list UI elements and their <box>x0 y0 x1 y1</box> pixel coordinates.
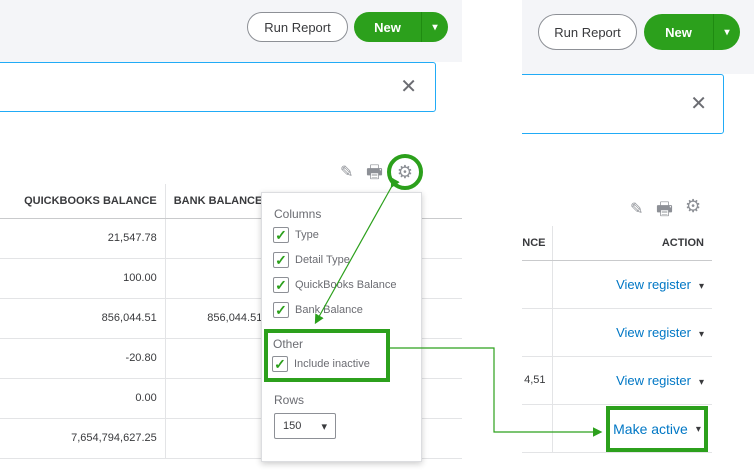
chevron-down-icon[interactable]: ▾ <box>422 22 448 33</box>
left-screenshot-panel: Run Report New ▾ ✕ ✎ 🖶 ⚙ QUICKBOOKS BALA… <box>0 0 462 470</box>
bank-balance-cell: 856,044.51 <box>165 298 271 339</box>
table-row: View register ▾ <box>522 308 712 357</box>
col-bank-balance[interactable]: BANK BALANCE <box>165 184 271 219</box>
column-option-detail-type[interactable]: ✓ Detail Type <box>273 252 350 268</box>
rows-select[interactable]: 150 ▾ <box>274 413 336 439</box>
chevron-down-icon[interactable]: ▾ <box>696 424 701 435</box>
new-button-label[interactable]: New <box>644 25 713 40</box>
new-button-label[interactable]: New <box>354 20 421 35</box>
column-option-quickbooks-balance[interactable]: ✓ QuickBooks Balance <box>273 277 397 293</box>
checkbox[interactable]: ✓ <box>272 356 288 372</box>
checkbox-label: Type <box>295 229 319 241</box>
qb-balance-cell: 7,654,794,627.25 <box>0 418 166 459</box>
top-toolbar: Run Report New ▾ <box>522 0 754 74</box>
action-cell: View register ▾ <box>552 308 712 357</box>
pencil-icon[interactable]: ✎ <box>630 199 643 219</box>
bank-balance-cell <box>165 378 271 419</box>
bank-balance-cell <box>165 218 271 259</box>
qb-balance-cell: 100.00 <box>0 258 166 299</box>
search-input[interactable]: ✕ <box>522 74 724 134</box>
checkbox[interactable]: ✓ <box>273 252 289 268</box>
action-cell: View register ▾ <box>552 356 712 405</box>
gear-icon-glyph[interactable]: ⚙ <box>397 162 413 183</box>
table-row: View register ▾ <box>522 260 712 309</box>
checkbox-label: Include inactive <box>294 358 370 370</box>
right-screenshot-panel: Run Report New ▾ ✕ ✎ 🖶 ⚙ NCE ACTION View… <box>522 0 754 470</box>
include-inactive-option[interactable]: ✓ Include inactive <box>272 356 370 372</box>
chevron-down-icon[interactable]: ▾ <box>699 281 704 292</box>
new-button[interactable]: New ▾ <box>354 12 448 42</box>
run-report-button[interactable]: Run Report <box>247 12 348 42</box>
qb-balance-cell: 856,044.51 <box>0 298 166 339</box>
checkbox[interactable]: ✓ <box>273 302 289 318</box>
columns-heading: Columns <box>274 207 322 221</box>
search-input[interactable]: ✕ <box>0 62 436 112</box>
table-row: 4,51 View register ▾ <box>522 356 712 405</box>
make-active-highlight: Make active ▾ <box>606 406 708 452</box>
view-register-link[interactable]: View register <box>616 277 691 292</box>
run-report-button[interactable]: Run Report <box>538 14 637 50</box>
chevron-down-icon[interactable]: ▾ <box>321 420 327 433</box>
col-balance[interactable]: NCE <box>522 226 553 261</box>
checkbox-label: Detail Type <box>295 254 350 266</box>
pencil-icon[interactable]: ✎ <box>340 162 353 182</box>
table-header-row: NCE ACTION <box>522 226 712 261</box>
top-toolbar: Run Report New ▾ <box>0 0 462 62</box>
bank-balance-cell <box>165 338 271 379</box>
view-register-link[interactable]: View register <box>616 325 691 340</box>
checkbox-label: Bank Balance <box>295 304 363 316</box>
checkbox[interactable]: ✓ <box>273 227 289 243</box>
action-cell: View register ▾ <box>552 260 712 309</box>
chevron-down-icon[interactable]: ▾ <box>714 27 740 38</box>
other-options-highlight: Other ✓ Include inactive <box>264 329 390 382</box>
chevron-down-icon[interactable]: ▾ <box>699 377 704 388</box>
bank-balance-cell <box>165 418 271 459</box>
bank-balance-cell <box>165 258 271 299</box>
column-option-type[interactable]: ✓ Type <box>273 227 319 243</box>
close-icon[interactable]: ✕ <box>690 94 707 114</box>
rows-select-value: 150 <box>283 420 302 432</box>
new-button[interactable]: New ▾ <box>644 14 740 50</box>
close-icon[interactable]: ✕ <box>400 77 417 97</box>
col-quickbooks-balance[interactable]: QUICKBOOKS BALANCE <box>0 184 166 219</box>
gear-icon[interactable]: ⚙ <box>685 196 701 217</box>
other-heading: Other <box>273 337 304 351</box>
column-option-bank-balance[interactable]: ✓ Bank Balance <box>273 302 363 318</box>
balance-cell: 4,51 <box>522 356 553 405</box>
qb-balance-cell: 21,547.78 <box>0 218 166 259</box>
printer-icon[interactable]: 🖶 <box>656 197 673 227</box>
checkbox-label: QuickBooks Balance <box>295 279 397 291</box>
make-active-link[interactable]: Make active <box>613 421 688 437</box>
col-action[interactable]: ACTION <box>552 226 712 261</box>
chevron-down-icon[interactable]: ▾ <box>699 329 704 340</box>
checkbox[interactable]: ✓ <box>273 277 289 293</box>
rows-heading: Rows <box>274 393 305 407</box>
qb-balance-cell: -20.80 <box>0 338 166 379</box>
table-settings-popup: Columns ✓ Type ✓ Detail Type ✓ QuickBooks B… <box>261 192 422 462</box>
balance-cell <box>522 404 553 453</box>
qb-balance-cell: 0.00 <box>0 378 166 419</box>
view-register-link[interactable]: View register <box>616 373 691 388</box>
balance-cell <box>522 260 553 309</box>
balance-cell <box>522 308 553 357</box>
